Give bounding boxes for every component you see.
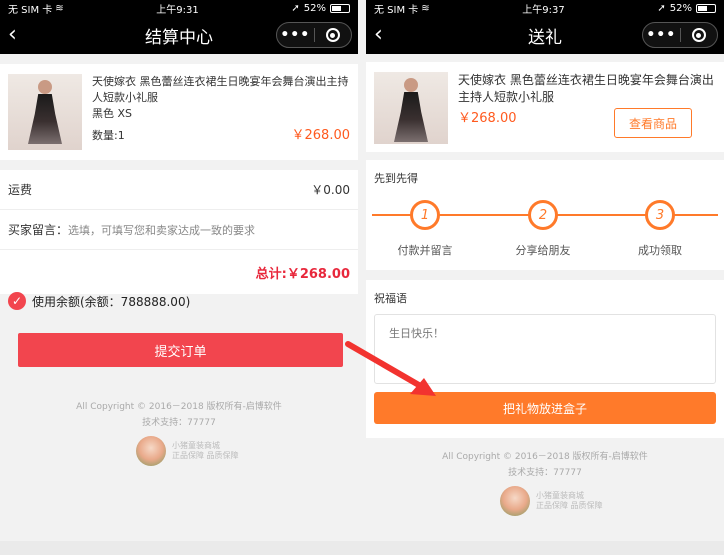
copyright-text: All Copyright © 2016－2018 版权所有-启博软件	[442, 452, 648, 462]
wifi-icon: ≋	[421, 2, 430, 14]
shop-name: 小猪童装商城	[536, 491, 584, 500]
shop-logo: 小猪童装商城 正品保障 品质保障	[136, 436, 239, 466]
more-icon[interactable]: •••	[643, 27, 680, 43]
page-title: 结算中心	[145, 27, 213, 48]
step-2-label: 分享给朋友	[515, 244, 571, 257]
step-1-circle: 1	[410, 200, 440, 230]
mini-program-capsule: •••	[642, 22, 718, 48]
support-text: 技术支持：77777	[142, 418, 216, 428]
copyright-text: All Copyright © 2016－2018 版权所有-启博软件	[76, 402, 282, 412]
product-name: 天使嫁衣 黑色蕾丝连衣裙生日晚宴年会舞台演出主持人短款小礼服	[92, 75, 349, 104]
gift-product-card: 天使嫁衣 黑色蕾丝连衣裙生日晚宴年会舞台演出主持人短款小礼服 ￥268.00 查…	[366, 62, 724, 152]
page-title: 送礼	[528, 27, 562, 48]
shipping-label: 运费	[8, 183, 33, 197]
balance-label: 使用余额(余额：788888.00)	[32, 294, 191, 309]
shop-avatar	[500, 486, 530, 516]
step-3-label: 成功领取	[638, 244, 682, 257]
message-row: 买家留言： 选填，可填写您和卖家达成一致的要求	[0, 210, 358, 250]
message-input[interactable]: 选填，可填写您和卖家达成一致的要求	[68, 222, 255, 238]
shipping-row: 运费 ￥0.00	[0, 170, 358, 210]
support-text: 技术支持：77777	[508, 468, 582, 478]
product-spec: 黑色 XS	[92, 107, 133, 120]
nav-bar: ‹ 结算中心 •••	[0, 16, 358, 54]
close-miniprogram-icon[interactable]	[680, 28, 717, 42]
status-bar: 无 SIM 卡 ≋ 上午9:31 ➚ 52%	[0, 0, 358, 16]
more-icon[interactable]: •••	[277, 27, 314, 43]
balance-option[interactable]: ✓ 使用余额(余额：788888.00)	[8, 292, 190, 310]
nav-bar: ‹ 送礼 •••	[366, 16, 724, 54]
status-time: 上午9:31	[156, 4, 199, 16]
blessing-label: 祝福语	[374, 292, 407, 305]
total-label: 总计:	[255, 266, 287, 282]
check-icon[interactable]: ✓	[8, 292, 26, 310]
battery-text: 52%	[303, 2, 326, 14]
annotation-arrow-icon	[345, 341, 436, 396]
close-miniprogram-icon[interactable]	[314, 28, 351, 42]
total-row: 总计: ￥268.00	[0, 250, 358, 294]
battery-icon	[696, 3, 716, 13]
steps-section: 先到先得 1 2 3 付款并留言 分享给朋友 成功领取	[366, 160, 724, 270]
battery-text: 52%	[669, 2, 692, 14]
step-2-circle: 2	[528, 200, 558, 230]
battery-icon	[330, 3, 350, 13]
step-3-circle: 3	[645, 200, 675, 230]
product-price: ￥268.00	[291, 128, 351, 143]
bottom-strip	[0, 541, 724, 555]
location-icon: ➚	[291, 2, 300, 14]
checkout-screen: 无 SIM 卡 ≋ 上午9:31 ➚ 52% ‹ 结算中心 ••• 天使嫁衣 黑…	[0, 0, 358, 555]
status-bar: 无 SIM 卡 ≋ 上午9:37 ➚ 52%	[366, 0, 724, 16]
shipping-value: ￥0.00	[311, 183, 350, 197]
carrier-text: 无 SIM 卡	[374, 4, 419, 16]
shop-name: 小猪童装商城	[172, 441, 220, 450]
shop-avatar	[136, 436, 166, 466]
back-icon[interactable]: ‹	[8, 22, 17, 48]
product-card: 天使嫁衣 黑色蕾丝连衣裙生日晚宴年会舞台演出主持人短款小礼服 黑色 XS 数量:…	[0, 64, 358, 160]
gift-screen: 无 SIM 卡 ≋ 上午9:37 ➚ 52% ‹ 送礼 ••• 天使嫁衣 黑色蕾…	[366, 0, 724, 555]
step-1-label: 付款并留言	[397, 244, 453, 257]
submit-order-button[interactable]: 提交订单	[18, 333, 343, 367]
shop-logo: 小猪童装商城 正品保障 品质保障	[500, 486, 603, 516]
product-image	[374, 72, 448, 144]
product-image	[8, 74, 82, 150]
location-icon: ➚	[657, 2, 666, 14]
steps-title: 先到先得	[374, 172, 418, 185]
status-time: 上午9:37	[522, 4, 565, 16]
wifi-icon: ≋	[55, 2, 64, 14]
mini-program-capsule: •••	[276, 22, 352, 48]
shop-slogan: 正品保障 品质保障	[536, 501, 603, 510]
back-icon[interactable]: ‹	[374, 22, 383, 48]
carrier-text: 无 SIM 卡	[8, 4, 53, 16]
total-value: ￥268.00	[286, 266, 350, 282]
product-name: 天使嫁衣 黑色蕾丝连衣裙生日晚宴年会舞台演出主持人短款小礼服	[458, 73, 714, 104]
shop-slogan: 正品保障 品质保障	[172, 451, 239, 460]
message-label: 买家留言：	[8, 223, 69, 237]
product-qty: 数量:1	[92, 129, 125, 142]
screenshot-stage: 无 SIM 卡 ≋ 上午9:31 ➚ 52% ‹ 结算中心 ••• 天使嫁衣 黑…	[0, 0, 724, 555]
view-product-button[interactable]: 查看商品	[614, 108, 692, 138]
